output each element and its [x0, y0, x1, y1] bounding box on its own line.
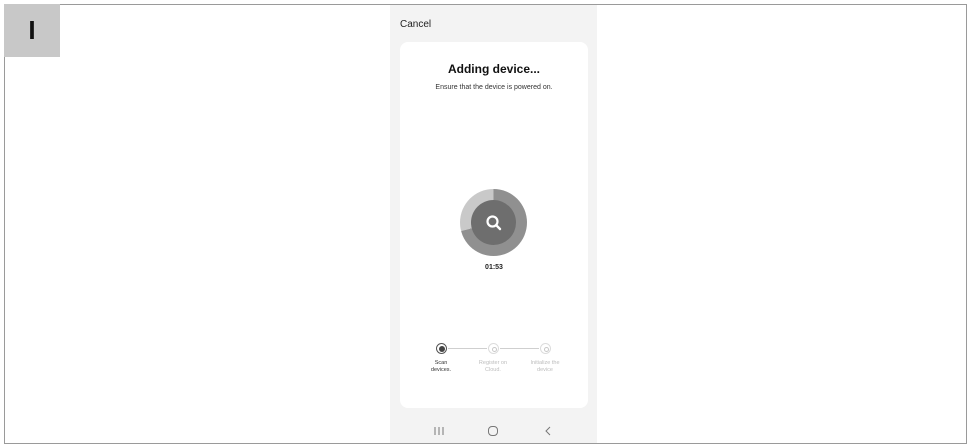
scan-indicator	[471, 200, 516, 245]
home-button[interactable]	[483, 421, 503, 441]
system-navigation-bar	[390, 419, 597, 443]
step-initialize-label: Initialize the device	[530, 360, 560, 374]
page-subtitle: Ensure that the device is powered on.	[435, 84, 553, 91]
cancel-button[interactable]: Cancel	[400, 19, 431, 30]
progress-connector	[500, 348, 539, 349]
home-icon	[488, 426, 499, 436]
back-icon	[545, 426, 551, 436]
scan-progress-ring	[460, 189, 527, 256]
step-tag: I	[4, 4, 60, 57]
progress-connector	[448, 348, 487, 349]
page-title: Adding device...	[447, 62, 540, 76]
step-register-label: Register on Cloud.	[478, 360, 508, 374]
countdown-timer: 01:53	[485, 264, 503, 271]
back-button[interactable]	[538, 421, 558, 441]
recent-apps-icon	[434, 427, 444, 435]
step-scan-label: Scan devices.	[430, 360, 452, 374]
step-initialize-indicator	[540, 343, 551, 354]
adding-device-card: Adding device... Ensure that the device …	[400, 42, 588, 408]
step-register-indicator	[488, 343, 499, 354]
recent-apps-button[interactable]	[429, 421, 449, 441]
phone-screen: Cancel Adding device... Ensure that the …	[390, 5, 597, 443]
search-icon	[485, 214, 501, 230]
step-scan-indicator	[436, 343, 447, 354]
